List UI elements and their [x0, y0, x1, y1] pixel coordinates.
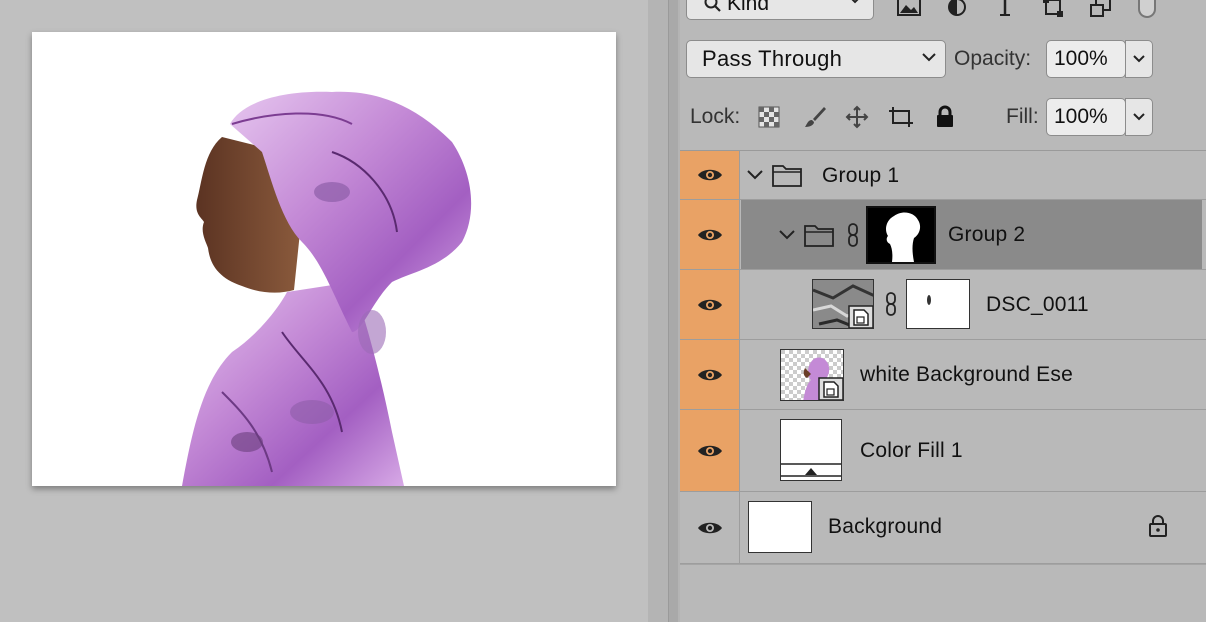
- filter-kind-label: Kind: [727, 0, 770, 15]
- image-filter-icon[interactable]: [896, 0, 922, 18]
- blend-mode-value: Pass Through: [702, 46, 843, 71]
- blend-row: Pass Through Opacity: 100%: [680, 38, 1206, 82]
- lock-icon[interactable]: [1148, 514, 1168, 538]
- eye-icon: [697, 169, 722, 181]
- layer-row-color-fill-1[interactable]: Color Fill 1: [680, 410, 1206, 492]
- fill-dropdown-button[interactable]: [1125, 98, 1153, 136]
- layer-thumbnail[interactable]: [748, 501, 812, 553]
- layer-mask-thumbnail[interactable]: [906, 279, 970, 329]
- layer-row-group-2[interactable]: Group 2: [680, 200, 1206, 270]
- visibility-toggle[interactable]: [680, 270, 740, 339]
- eye-icon: [697, 299, 722, 310]
- chevron-down-icon: [922, 53, 936, 62]
- eye-icon: [697, 445, 722, 456]
- layer-filter-row: Kind: [680, 0, 1206, 30]
- shape-filter-icon[interactable]: [1040, 0, 1066, 18]
- layers-empty-area: [680, 564, 1206, 622]
- eye-icon: [697, 229, 722, 240]
- silhouette-mask-icon: [886, 212, 921, 262]
- chevron-down-icon: [1133, 113, 1145, 121]
- layer-name: Color Fill 1: [860, 439, 963, 462]
- opacity-dropdown-button[interactable]: [1125, 40, 1153, 78]
- opacity-label: Opacity:: [954, 47, 1032, 70]
- chevron-down-icon: [1133, 55, 1145, 63]
- folder-icon: [772, 165, 802, 187]
- fill-label: Fill:: [1006, 105, 1039, 128]
- layer-row-group-1[interactable]: Group 1: [680, 151, 1206, 200]
- lock-transparent-pixels-icon[interactable]: [756, 104, 782, 130]
- search-icon: [704, 0, 721, 12]
- layer-thumbnail[interactable]: [812, 279, 874, 329]
- layer-row-white-background[interactable]: white Background Ese: [680, 340, 1206, 410]
- fill-value: 100%: [1054, 105, 1108, 128]
- layer-name: Group 2: [948, 223, 1026, 246]
- canvas-area[interactable]: [0, 0, 648, 622]
- lock-position-icon[interactable]: [844, 104, 870, 130]
- visibility-toggle[interactable]: [680, 200, 740, 269]
- layer-name: white Background Ese: [860, 363, 1073, 386]
- visibility-toggle[interactable]: [680, 340, 740, 409]
- group-mask-thumbnail[interactable]: [866, 206, 936, 264]
- filter-toggle-switch[interactable]: [1138, 0, 1156, 18]
- mask-stroke-icon: [927, 295, 931, 305]
- panel-divider[interactable]: [648, 0, 680, 622]
- lock-label: Lock:: [690, 105, 741, 128]
- layer-row-dsc-0011[interactable]: DSC_0011: [680, 270, 1206, 340]
- visibility-toggle[interactable]: [680, 492, 740, 563]
- blend-mode-select[interactable]: Pass Through: [686, 40, 946, 78]
- opacity-input[interactable]: 100%: [1046, 40, 1126, 78]
- layer-name: DSC_0011: [986, 293, 1089, 316]
- portrait-smart-object-thumbnail: [781, 350, 843, 400]
- fill-input[interactable]: 100%: [1046, 98, 1126, 136]
- chevron-down-icon[interactable]: [778, 228, 796, 242]
- layer-row-background[interactable]: Background: [680, 492, 1206, 564]
- layer-name: Background: [828, 515, 943, 538]
- lock-image-pixels-icon[interactable]: [802, 104, 828, 130]
- folder-icon: [804, 225, 834, 247]
- layer-thumbnail[interactable]: [780, 349, 844, 401]
- layers-panel: Kind Pass Through Opacity: 100% Lock: Fi…: [680, 0, 1206, 622]
- visibility-toggle[interactable]: [680, 151, 740, 199]
- type-filter-icon[interactable]: [992, 0, 1018, 18]
- texture-photo-thumbnail: [813, 280, 873, 328]
- eye-icon: [697, 369, 722, 380]
- opacity-value: 100%: [1054, 47, 1108, 70]
- document-canvas[interactable]: [32, 32, 616, 486]
- layer-name: Group 1: [822, 164, 900, 187]
- link-chain-icon[interactable]: [846, 223, 860, 247]
- link-chain-icon[interactable]: [884, 292, 898, 316]
- eye-icon: [697, 522, 722, 533]
- lock-all-icon[interactable]: [932, 104, 958, 130]
- chevron-down-icon: [851, 0, 859, 4]
- panel-scrollbar[interactable]: [668, 0, 678, 622]
- adjustment-filter-icon[interactable]: [944, 0, 970, 18]
- visibility-toggle[interactable]: [680, 410, 740, 491]
- filter-kind-select[interactable]: Kind: [686, 0, 874, 20]
- fill-layer-thumbnail[interactable]: [780, 419, 842, 481]
- smart-object-filter-icon[interactable]: [1088, 0, 1114, 18]
- lock-row: Lock: Fill: 100%: [680, 96, 1206, 138]
- lock-artboard-icon[interactable]: [888, 104, 914, 130]
- color-fill-icon: [781, 420, 841, 480]
- chevron-down-icon[interactable]: [746, 168, 764, 182]
- double-exposure-artwork: [182, 91, 472, 486]
